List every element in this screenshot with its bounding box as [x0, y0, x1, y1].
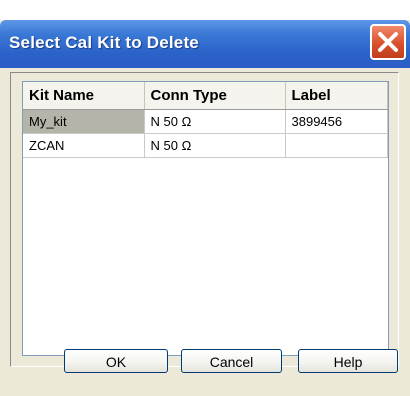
help-button[interactable]: Help — [298, 349, 398, 373]
cell-kit-name[interactable]: ZCAN — [23, 133, 145, 158]
title-bar[interactable]: Select Cal Kit to Delete — [0, 20, 410, 68]
dialog-window: Select Cal Kit to Delete Kit Name Conn T… — [0, 20, 410, 396]
cal-kit-table: Kit Name Conn Type Label My_kit N 50 Ω 3… — [22, 81, 389, 356]
ok-button[interactable]: OK — [64, 349, 168, 373]
table-row[interactable]: My_kit N 50 Ω 3899456 — [23, 109, 388, 134]
cancel-button[interactable]: Cancel — [181, 349, 282, 373]
cell-label[interactable]: 3899456 — [285, 109, 388, 134]
dialog-title: Select Cal Kit to Delete — [9, 33, 199, 52]
column-header-kit-name[interactable]: Kit Name — [23, 82, 145, 110]
cell-kit-name[interactable]: My_kit — [23, 109, 145, 134]
column-header-conn-type[interactable]: Conn Type — [144, 82, 286, 110]
cell-conn-type[interactable]: N 50 Ω — [144, 109, 286, 134]
table-row[interactable]: ZCAN N 50 Ω — [23, 133, 388, 158]
table-header-row: Kit Name Conn Type Label — [23, 82, 388, 110]
close-icon — [378, 32, 398, 52]
cell-conn-type[interactable]: N 50 Ω — [144, 133, 286, 158]
column-header-label[interactable]: Label — [285, 82, 388, 110]
close-button[interactable] — [370, 24, 406, 60]
cell-label[interactable] — [285, 133, 388, 158]
